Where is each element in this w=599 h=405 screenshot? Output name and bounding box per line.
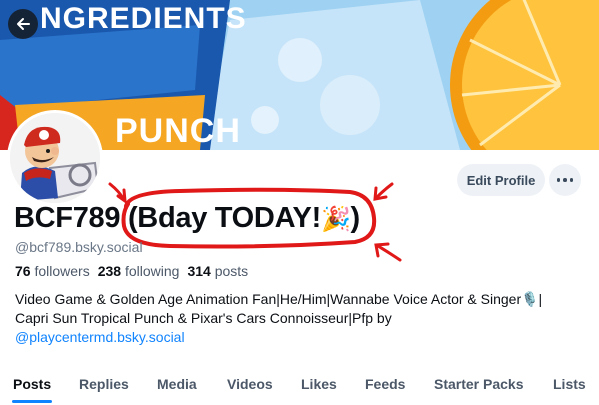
display-name-close: ) [350, 202, 361, 234]
profile-bio: Video Game & Golden Age Animation Fan|He… [15, 290, 585, 347]
posts-stat: 314 posts [187, 263, 248, 279]
back-button[interactable] [8, 9, 38, 39]
tab-posts[interactable]: Posts [13, 376, 51, 392]
tab-lists[interactable]: Lists [553, 376, 586, 392]
followers-stat[interactable]: 76 followers [15, 263, 90, 279]
more-options-button[interactable] [549, 164, 581, 196]
edit-profile-button[interactable]: Edit Profile [457, 164, 545, 196]
followers-label: followers [34, 263, 90, 279]
display-name-main: BCF789 [14, 202, 121, 234]
followers-count: 76 [15, 263, 31, 279]
ellipsis-icon [556, 178, 574, 182]
bio-line-1: Video Game & Golden Age Animation Fan|He… [15, 291, 543, 307]
profile-stats: 76 followers 238 following 314 posts [15, 263, 248, 279]
active-tab-indicator [12, 400, 52, 403]
banner-text-mid: PUNCH [115, 112, 241, 150]
bio-line-2: Capri Sun Tropical Punch & Pixar's Cars … [15, 310, 392, 326]
tab-videos[interactable]: Videos [227, 376, 273, 392]
tab-likes[interactable]: Likes [301, 376, 337, 392]
following-label: following [124, 263, 180, 279]
party-popper-icon: 🎉 [320, 206, 351, 233]
arrow-left-icon [17, 18, 30, 30]
avatar-image [10, 113, 100, 203]
bio-mention-link[interactable]: @playcentermd.bsky.social [15, 329, 185, 345]
tab-feeds[interactable]: Feeds [365, 376, 405, 392]
banner-text-top: NGREDIENTS [40, 2, 247, 35]
profile-tabs: Posts Replies Media Videos Likes Feeds S… [0, 370, 599, 405]
avatar[interactable] [7, 110, 103, 206]
posts-count: 314 [187, 263, 211, 279]
display-name: BCF789 (Bday TODAY!🎉) [14, 202, 360, 235]
tab-replies[interactable]: Replies [79, 376, 129, 392]
tab-starter-packs[interactable]: Starter Packs [434, 376, 524, 392]
posts-label: posts [214, 263, 249, 279]
tab-media[interactable]: Media [157, 376, 197, 392]
following-stat[interactable]: 238 following [98, 263, 180, 279]
profile-handle: @bcf789.bsky.social [15, 239, 143, 255]
display-name-suffix: (Bday TODAY! [127, 202, 321, 234]
following-count: 238 [97, 263, 122, 279]
